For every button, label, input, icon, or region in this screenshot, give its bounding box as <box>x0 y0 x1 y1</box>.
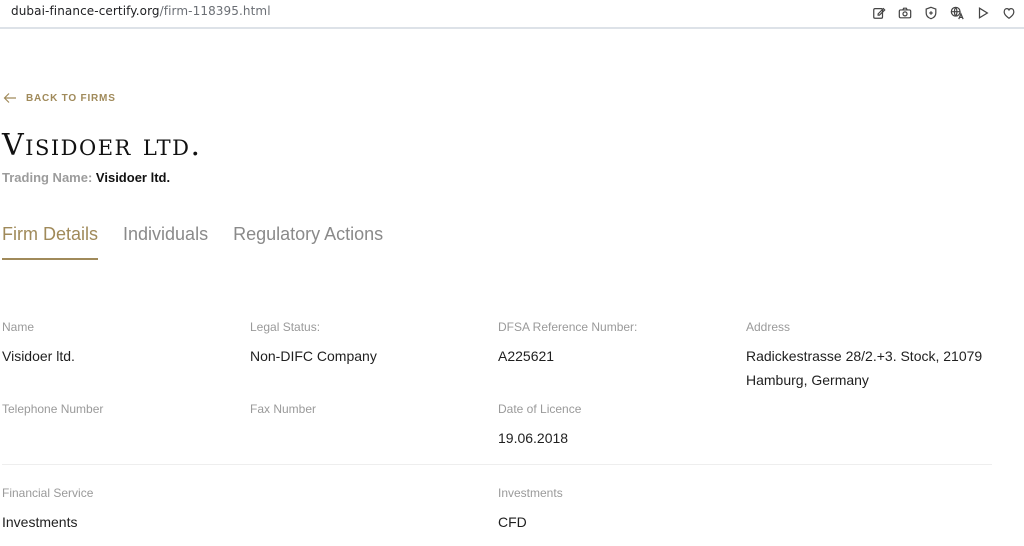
tab-bar: Firm Details Individuals Regulatory Acti… <box>2 224 408 260</box>
shield-icon[interactable] <box>922 4 940 22</box>
url-domain: dubai-finance-certify.org <box>11 4 160 18</box>
field-dfsa-reference-value: A225621 <box>498 348 555 364</box>
url-path: /firm-118395.html <box>159 4 271 18</box>
edit-icon[interactable] <box>870 4 888 22</box>
back-to-firms-link[interactable]: BACK TO FIRMS <box>3 92 116 104</box>
field-telephone: Telephone Number <box>2 402 103 426</box>
field-address: Address Radickestrasse 28/2.+3. Stock, 2… <box>746 320 982 392</box>
field-licence-date-label: Date of Licence <box>498 402 582 416</box>
field-financial-service: Financial Service Investments <box>2 486 93 534</box>
field-financial-service-label: Financial Service <box>2 486 94 500</box>
browser-address-bar: dubai-finance-certify.org/firm-118395.ht… <box>0 0 1024 29</box>
trading-name-label: Trading Name: <box>2 170 93 185</box>
field-dfsa-reference-label: DFSA Reference Number: <box>498 320 638 334</box>
field-investments: Investments CFD <box>498 486 563 534</box>
heart-icon[interactable] <box>1000 4 1018 22</box>
field-financial-service-value: Investments <box>2 514 78 530</box>
field-name: Name Visidoer ltd. <box>2 320 75 368</box>
field-legal-status-value: Non-DIFC Company <box>250 348 377 364</box>
trading-name: Trading Name: Visidoer ltd. <box>2 170 170 185</box>
address-line-2: Hamburg, Germany <box>746 372 869 388</box>
arrow-left-icon <box>3 93 16 103</box>
tab-individuals[interactable]: Individuals <box>123 224 208 255</box>
section-divider <box>2 464 992 465</box>
browser-toolbar <box>870 4 1018 22</box>
field-investments-label: Investments <box>498 486 563 500</box>
field-telephone-label: Telephone Number <box>2 402 104 416</box>
address-line-1: Radickestrasse 28/2.+3. Stock, 21079 <box>746 348 983 364</box>
field-name-label: Name <box>2 320 35 334</box>
field-address-label: Address <box>746 320 791 334</box>
field-dfsa-reference: DFSA Reference Number: A225621 <box>498 320 637 368</box>
url-text[interactable]: dubai-finance-certify.org/firm-118395.ht… <box>11 4 271 18</box>
play-icon[interactable] <box>974 4 992 22</box>
translate-icon[interactable] <box>948 4 966 22</box>
field-address-value: Radickestrasse 28/2.+3. Stock, 21079 Ham… <box>746 344 982 392</box>
tab-firm-details[interactable]: Firm Details <box>2 224 99 260</box>
field-legal-status: Legal Status: Non-DIFC Company <box>250 320 377 368</box>
camera-icon[interactable] <box>896 4 914 22</box>
field-investments-value: CFD <box>498 514 527 530</box>
field-legal-status-label: Legal Status: <box>250 320 321 334</box>
field-name-value: Visidoer ltd. <box>2 348 75 364</box>
field-fax: Fax Number <box>250 402 316 426</box>
page-title: Visidoer ltd. <box>2 128 202 163</box>
tab-regulatory-actions[interactable]: Regulatory Actions <box>233 224 383 255</box>
trading-name-value: Visidoer ltd. <box>95 170 171 185</box>
field-fax-label: Fax Number <box>250 402 317 416</box>
field-licence-date: Date of Licence 19.06.2018 <box>498 402 581 450</box>
back-label: BACK TO FIRMS <box>26 92 116 104</box>
field-licence-date-value: 19.06.2018 <box>498 430 569 446</box>
